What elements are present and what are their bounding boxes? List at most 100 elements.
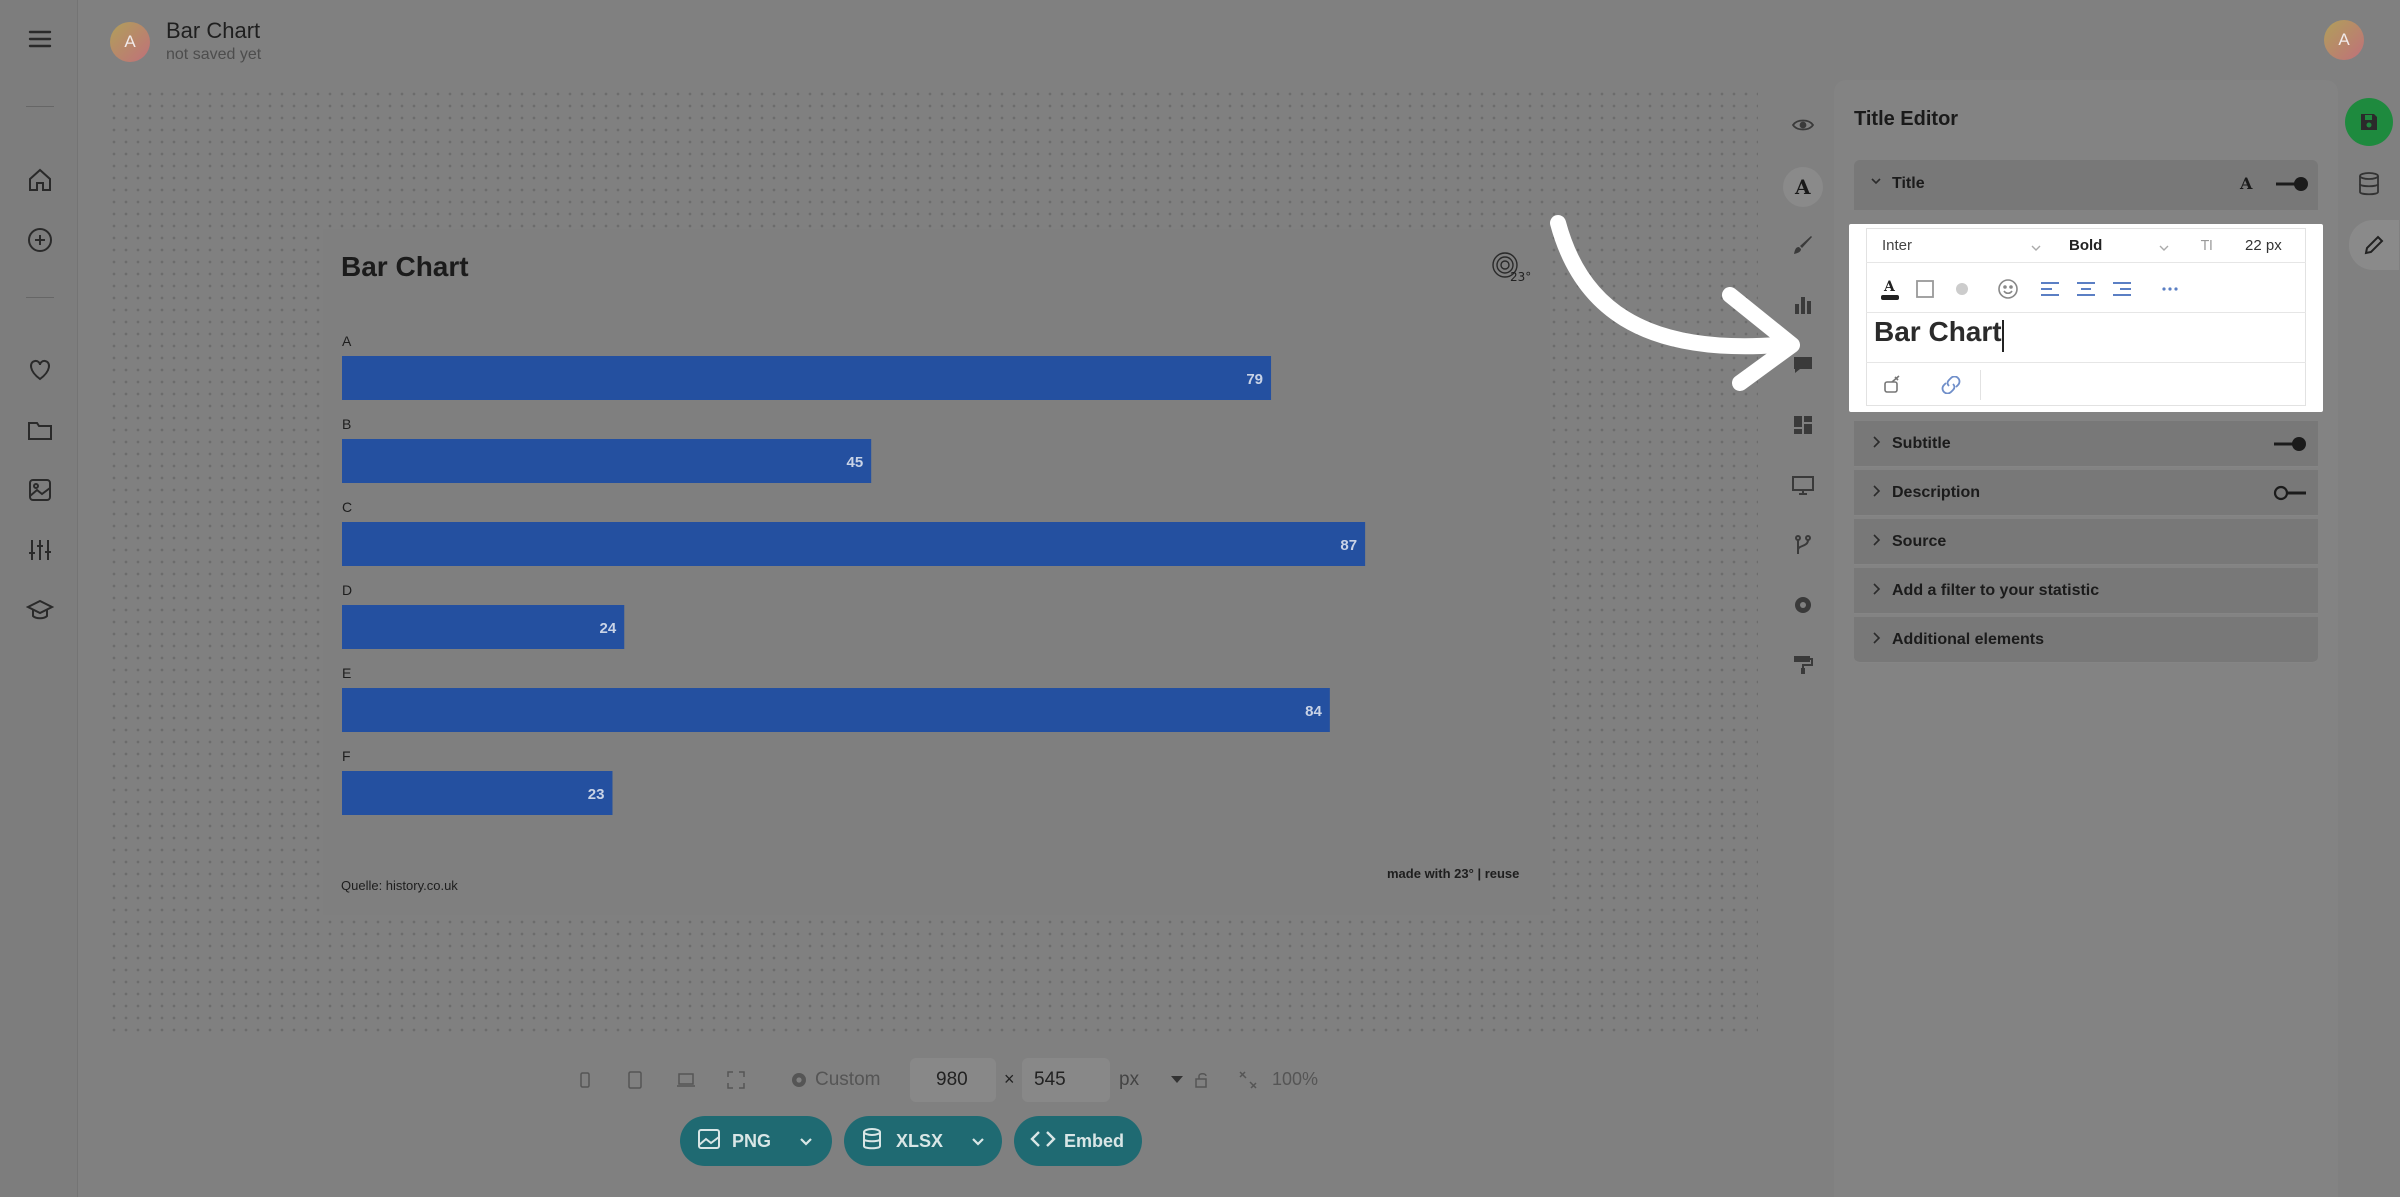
phone-preview-icon[interactable] xyxy=(573,1068,597,1092)
text-color-icon[interactable]: A xyxy=(1880,276,1900,302)
bar[interactable] xyxy=(342,522,1366,566)
chevron-down-icon[interactable] xyxy=(1870,174,1882,190)
chevron-right-icon[interactable] xyxy=(1870,631,1882,648)
chevron-right-icon[interactable] xyxy=(1870,435,1882,452)
shadow-icon[interactable] xyxy=(1952,279,1972,299)
align-left-icon[interactable] xyxy=(2040,280,2060,298)
image-icon xyxy=(698,1128,720,1154)
more-options-icon[interactable] xyxy=(2160,282,2180,296)
height-input[interactable]: 545 xyxy=(1022,1058,1110,1102)
text-style-icon[interactable]: A xyxy=(1783,167,1823,207)
bar[interactable] xyxy=(342,688,1330,732)
bar-category-label: D xyxy=(342,582,352,598)
section-label: Description xyxy=(1892,483,1981,501)
bar-value-label: 24 xyxy=(600,620,617,637)
chevron-down-icon[interactable] xyxy=(799,1131,813,1152)
unit-label: px xyxy=(1119,1069,1140,1090)
chart-source: Quelle: history.co.uk xyxy=(341,878,458,893)
font-style-icon[interactable]: A xyxy=(2238,173,2256,198)
clear-format-icon[interactable] xyxy=(1882,374,1904,396)
section-label: Add a filter to your statistic xyxy=(1892,581,2100,599)
font-size-icon: TI xyxy=(2200,236,2218,259)
font-family-select[interactable]: Inter xyxy=(1882,237,1912,254)
font-size-input[interactable]: 22 px xyxy=(2245,237,2282,254)
bar-category-label: F xyxy=(342,748,351,764)
width-input[interactable]: 980 xyxy=(910,1058,996,1102)
edit-pencil-icon[interactable] xyxy=(2349,220,2399,270)
svg-text:A: A xyxy=(1794,177,1811,197)
export-png-label: PNG xyxy=(732,1130,772,1151)
divider xyxy=(1866,362,2306,363)
chevron-right-icon[interactable] xyxy=(1870,533,1882,550)
subtitle-toggle[interactable] xyxy=(2272,436,2306,452)
title-section-label[interactable]: Title xyxy=(1892,175,1925,193)
chevron-down-icon[interactable] xyxy=(971,1131,985,1152)
eye-icon[interactable] xyxy=(1786,108,1820,142)
bar[interactable] xyxy=(342,356,1272,400)
text-cursor xyxy=(2002,320,2004,352)
font-weight-select[interactable]: Bold xyxy=(2069,237,2102,254)
emoji-icon[interactable] xyxy=(1996,277,2020,301)
branch-icon[interactable] xyxy=(1786,528,1820,562)
chevron-right-icon[interactable] xyxy=(1870,582,1882,599)
fullscreen-icon[interactable] xyxy=(724,1068,748,1092)
bar-category-label: C xyxy=(342,499,352,515)
settings-icon[interactable] xyxy=(1786,588,1820,622)
bar-value-label: 84 xyxy=(1305,703,1322,720)
paint-roller-icon[interactable] xyxy=(1786,648,1820,682)
border-icon[interactable] xyxy=(1915,279,1935,299)
code-icon xyxy=(1030,1130,1056,1153)
divider xyxy=(1866,312,2306,313)
description-toggle[interactable] xyxy=(2272,485,2306,501)
section-filter[interactable]: Add a filter to your statistic xyxy=(1854,568,2318,614)
embed-button[interactable]: Embed xyxy=(1014,1116,1142,1166)
times-sign: × xyxy=(1004,1069,1015,1089)
divider xyxy=(1980,370,1981,400)
bar[interactable] xyxy=(342,605,625,649)
unit-dropdown-icon[interactable] xyxy=(1165,1068,1189,1092)
chart-credit[interactable]: made with 23° | reuse xyxy=(1387,866,1519,881)
bar[interactable] xyxy=(342,439,872,483)
bar-category-label: A xyxy=(342,333,352,349)
tablet-preview-icon[interactable] xyxy=(623,1068,647,1092)
bar[interactable] xyxy=(342,771,613,815)
save-button[interactable] xyxy=(2345,98,2393,146)
svg-text:A: A xyxy=(1883,279,1896,295)
chevron-down-icon[interactable] xyxy=(2030,240,2042,258)
laptop-preview-icon[interactable] xyxy=(674,1068,698,1092)
export-xlsx-label: XLSX xyxy=(896,1130,944,1151)
divider xyxy=(1866,262,2306,263)
align-center-icon[interactable] xyxy=(2076,280,2096,298)
section-subtitle[interactable]: Subtitle xyxy=(1854,421,2318,467)
section-description[interactable]: Description xyxy=(1854,470,2318,516)
gear-icon[interactable] xyxy=(787,1068,811,1092)
bar-category-label: B xyxy=(342,416,351,432)
database-icon[interactable] xyxy=(2345,160,2393,208)
chevron-down-icon[interactable] xyxy=(2158,240,2170,258)
link-icon[interactable] xyxy=(1940,376,1962,394)
title-text-input[interactable]: Bar Chart xyxy=(1874,316,2002,348)
bar-category-label: E xyxy=(342,665,351,681)
bar-value-label: 79 xyxy=(1246,371,1263,388)
size-preset-label[interactable]: Custom xyxy=(815,1069,880,1091)
export-png-button[interactable]: PNG xyxy=(680,1116,832,1166)
screen-icon[interactable] xyxy=(1786,468,1820,502)
svg-text:A: A xyxy=(2239,174,2253,193)
embed-label: Embed xyxy=(1064,1130,1125,1151)
fit-zoom-icon[interactable] xyxy=(1236,1068,1260,1092)
panel-title: Title Editor xyxy=(1854,108,1959,130)
chevron-right-icon[interactable] xyxy=(1870,484,1882,501)
section-additional-elements[interactable]: Additional elements xyxy=(1854,617,2318,663)
section-source[interactable]: Source xyxy=(1854,519,2318,565)
bar-value-label: 23 xyxy=(588,786,605,803)
zoom-level[interactable]: 100% xyxy=(1272,1069,1318,1090)
lock-ratio-icon[interactable] xyxy=(1190,1068,1214,1092)
section-label: Source xyxy=(1892,532,1947,550)
layout-icon[interactable] xyxy=(1786,408,1820,442)
title-visibility-toggle[interactable] xyxy=(2274,176,2310,197)
export-xlsx-button[interactable]: XLSX xyxy=(844,1116,1002,1166)
database-icon xyxy=(862,1127,882,1155)
align-right-icon[interactable] xyxy=(2112,280,2132,298)
svg-text:TI: TI xyxy=(2200,239,2213,254)
annotation-arrow-icon xyxy=(1550,215,1800,391)
